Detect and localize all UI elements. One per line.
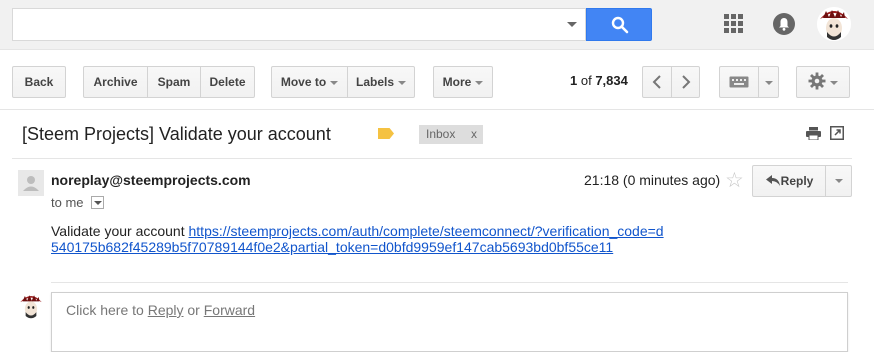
keyboard-icon (729, 76, 749, 88)
apps-grid-icon[interactable] (724, 14, 744, 34)
divider (0, 109, 874, 110)
chevron-down-icon (475, 80, 484, 85)
move-to-label: Move to (280, 75, 327, 89)
importance-marker-icon[interactable] (378, 128, 394, 139)
reply-prompt: Click here to Reply or Forward (66, 302, 255, 318)
chevron-down-icon (330, 80, 339, 85)
chevron-down-icon (398, 80, 406, 85)
email-subject: [Steem Projects] Validate your account (22, 124, 331, 144)
divider (825, 166, 826, 196)
top-bar (0, 0, 874, 50)
older-button[interactable] (672, 67, 700, 97)
email-body: Validate your account https://steemproje… (51, 223, 671, 255)
body-text: Validate your account (51, 223, 185, 239)
gear-icon (808, 72, 826, 90)
my-avatar (18, 293, 44, 319)
chevron-left-icon (652, 75, 661, 89)
search-options-chevron-down-icon[interactable] (567, 22, 577, 27)
search-icon (611, 16, 629, 34)
delete-button[interactable]: Delete (201, 67, 254, 97)
reply-prompt-or: or (187, 302, 200, 318)
more-label: More (442, 75, 472, 89)
forward-link[interactable]: Forward (204, 302, 255, 318)
star-icon[interactable]: ☆ (725, 168, 744, 193)
move-to-button[interactable]: Move to (272, 67, 347, 97)
search-input[interactable] (13, 9, 553, 40)
new-window-icon[interactable] (830, 126, 844, 140)
back-button[interactable]: Back (12, 66, 66, 98)
input-tools-group (719, 66, 779, 98)
more-reply-options-chevron-down-icon[interactable] (835, 179, 843, 183)
chevron-down-icon (94, 201, 102, 205)
pager-nav-group (642, 66, 700, 98)
inbox-label-text: Inbox (426, 127, 456, 141)
message-time: 21:18 (0 minutes ago) (584, 172, 721, 188)
search-button[interactable] (586, 8, 652, 41)
quick-reply-box[interactable]: Click here to Reply or Forward (51, 292, 848, 352)
sender-address[interactable]: noreplay@steemprojects.com (51, 172, 251, 188)
more-button[interactable]: More (433, 66, 493, 98)
input-tools-button[interactable] (720, 67, 758, 97)
divider (51, 282, 848, 283)
spam-button[interactable]: Spam (148, 67, 200, 97)
print-icon[interactable] (806, 127, 821, 140)
remove-label-button[interactable]: x (471, 125, 477, 144)
default-avatar-icon (23, 176, 39, 191)
labels-label: Labels (355, 75, 394, 89)
chevron-right-icon (682, 75, 691, 89)
chevron-down-icon (765, 80, 773, 85)
reply-button[interactable]: Reply (753, 166, 825, 196)
page-current: 1 (570, 73, 578, 88)
divider (12, 158, 852, 159)
pagination-count: 1 of 7,834 (570, 73, 628, 88)
chevron-down-icon (830, 80, 838, 85)
search-box[interactable] (12, 8, 586, 41)
move-labels-group: Move to Labels (271, 66, 415, 98)
reply-prompt-prefix: Click here to (66, 302, 144, 318)
page-total: 7,834 (595, 73, 628, 88)
page-of: of (580, 73, 592, 88)
action-button-group: Archive Spam Delete (83, 66, 255, 98)
notifications-bell-icon[interactable] (773, 13, 795, 35)
labels-button[interactable]: Labels (348, 67, 414, 97)
account-avatar[interactable] (817, 7, 851, 41)
show-details-button[interactable] (91, 196, 104, 209)
inbox-label-chip: Inbox x (419, 125, 483, 144)
archive-button[interactable]: Archive (84, 67, 147, 97)
reply-button-group: Reply (752, 165, 852, 197)
recipient-summary: to me (51, 195, 84, 210)
settings-button[interactable] (796, 66, 850, 98)
newer-button[interactable] (643, 67, 671, 97)
reply-link[interactable]: Reply (148, 302, 184, 318)
sender-avatar (18, 170, 44, 196)
input-tools-dropdown[interactable] (759, 67, 779, 97)
